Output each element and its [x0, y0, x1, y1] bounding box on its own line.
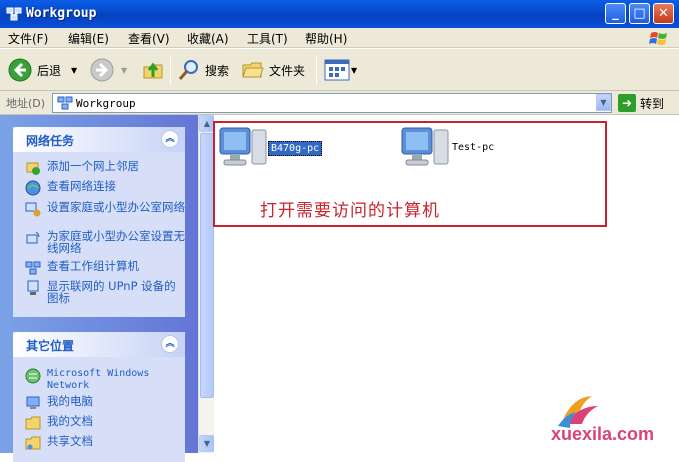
close-button[interactable]: ✕ — [653, 3, 674, 24]
menu-help[interactable]: 帮助(H) — [305, 30, 347, 47]
add-network-place-icon — [26, 162, 40, 175]
network-app-icon — [6, 7, 22, 21]
workgroup-computers-icon — [25, 261, 41, 275]
collapse-chevron-icon[interactable]: ︽ — [161, 130, 179, 148]
scroll-down-icon[interactable]: ▼ — [199, 435, 215, 452]
task-label: 查看网络连接 — [47, 179, 116, 193]
back-arrow-icon — [8, 58, 32, 82]
vertical-scrollbar[interactable]: ▲ ▼ — [198, 115, 215, 453]
up-folder-button[interactable] — [141, 57, 165, 83]
network-tasks-title: 网络任务 — [26, 134, 75, 148]
folders-label: 文件夹 — [269, 63, 306, 78]
forward-dropdown-icon[interactable]: ▼ — [121, 66, 127, 75]
address-bar: 地址(D) Workgroup ▼ ➜ 转到 — [0, 91, 679, 115]
menu-edit[interactable]: 编辑(E) — [68, 30, 109, 47]
home-network-icon — [25, 202, 41, 217]
back-dropdown-icon[interactable]: ▼ — [71, 66, 77, 75]
place-label: 我的文档 — [47, 414, 93, 428]
task-add-network-place[interactable]: 添加一个网上邻居 — [25, 160, 187, 176]
task-label: 为家庭或小型办公室设置无线网络 — [47, 229, 185, 255]
upnp-device-icon — [27, 280, 39, 295]
address-value: Workgroup — [76, 97, 136, 110]
views-icon — [324, 59, 350, 81]
network-connections-icon — [25, 180, 41, 196]
task-wireless-network[interactable]: 为家庭或小型办公室设置无线网络 — [25, 230, 187, 254]
other-places-panel: 其它位置 ︽ Microsoft Windows Network 我的电脑 我的… — [13, 332, 185, 462]
task-home-network[interactable]: 设置家庭或小型办公室网络 — [25, 201, 187, 217]
back-label: 后退 — [37, 63, 62, 78]
place-my-documents[interactable]: 我的文档 — [25, 415, 187, 431]
search-icon — [178, 60, 198, 80]
address-label: 地址(D) — [6, 97, 46, 110]
menu-file[interactable]: 文件(F) — [8, 30, 48, 47]
task-workgroup-computers[interactable]: 查看工作组计算机 — [25, 260, 187, 276]
task-pane: 网络任务 ︽ 添加一个网上邻居 查看网络连接 设置家庭或小型办公室网络 为家庭或… — [0, 115, 198, 462]
place-label: 我的电脑 — [47, 394, 93, 408]
window-title: Workgroup — [26, 6, 97, 21]
toolbar: 后退 ▼ ▼ 搜索 文件夹 ▼ — [0, 49, 679, 91]
go-arrow-icon: ➜ — [618, 94, 636, 112]
search-button[interactable]: 搜索 — [177, 57, 229, 83]
folders-button[interactable]: 文件夹 — [241, 57, 305, 83]
task-label: 设置家庭或小型办公室网络 — [47, 200, 185, 214]
task-upnp-devices[interactable]: 显示联网的 UPnP 设备的图标 — [25, 280, 187, 304]
network-icon — [57, 96, 73, 110]
annotation-text: 打开需要访问的计算机 — [260, 201, 440, 221]
scroll-thumb[interactable] — [200, 133, 214, 398]
wireless-network-icon — [26, 231, 40, 244]
windows-logo-icon — [649, 32, 667, 45]
folders-icon — [242, 62, 264, 78]
up-folder-icon — [143, 62, 163, 79]
network-tasks-header[interactable]: 网络任务 ︽ — [13, 127, 185, 152]
place-windows-network[interactable]: Microsoft Windows Network — [25, 368, 187, 392]
title-bar: Workgroup _ □ ✕ — [0, 0, 679, 28]
go-button[interactable]: ➜ 转到 — [618, 94, 664, 112]
other-places-header[interactable]: 其它位置 ︽ — [13, 332, 185, 357]
task-label: 添加一个网上邻居 — [47, 159, 139, 173]
back-button[interactable]: 后退 ▼ — [8, 57, 77, 83]
maximize-button[interactable]: □ — [629, 3, 650, 24]
place-my-computer[interactable]: 我的电脑 — [25, 395, 187, 411]
menu-view[interactable]: 查看(V) — [128, 30, 170, 47]
shared-documents-icon — [25, 436, 41, 450]
views-button[interactable]: ▼ — [324, 57, 357, 83]
views-dropdown-icon: ▼ — [351, 65, 358, 75]
place-shared-documents[interactable]: 共享文档 — [25, 435, 187, 451]
collapse-chevron-icon[interactable]: ︽ — [161, 335, 179, 353]
place-label: Microsoft Windows Network — [47, 368, 150, 391]
network-tasks-panel: 网络任务 ︽ 添加一个网上邻居 查看网络连接 设置家庭或小型办公室网络 为家庭或… — [13, 127, 185, 317]
address-field[interactable]: Workgroup — [52, 93, 612, 113]
task-label: 查看工作组计算机 — [47, 259, 139, 273]
address-dropdown-icon[interactable]: ▼ — [596, 94, 611, 111]
search-label: 搜索 — [205, 63, 230, 78]
go-label: 转到 — [640, 96, 665, 111]
my-documents-icon — [25, 416, 41, 430]
forward-arrow-icon — [90, 58, 114, 82]
menu-favorites[interactable]: 收藏(A) — [187, 30, 229, 47]
task-view-connections[interactable]: 查看网络连接 — [25, 180, 187, 196]
menu-bar: 文件(F) 编辑(E) 查看(V) 收藏(A) 工具(T) 帮助(H) — [0, 28, 679, 48]
windows-network-icon — [25, 368, 41, 384]
menu-tools[interactable]: 工具(T) — [247, 30, 288, 47]
my-computer-icon — [26, 396, 40, 409]
minimize-button[interactable]: _ — [605, 3, 626, 24]
other-places-title: 其它位置 — [26, 339, 75, 353]
task-label: 显示联网的 UPnP 设备的图标 — [47, 279, 176, 305]
forward-button[interactable]: ▼ — [90, 57, 127, 83]
place-label: 共享文档 — [47, 434, 93, 448]
watermark-text: xuexila.com — [551, 424, 655, 444]
